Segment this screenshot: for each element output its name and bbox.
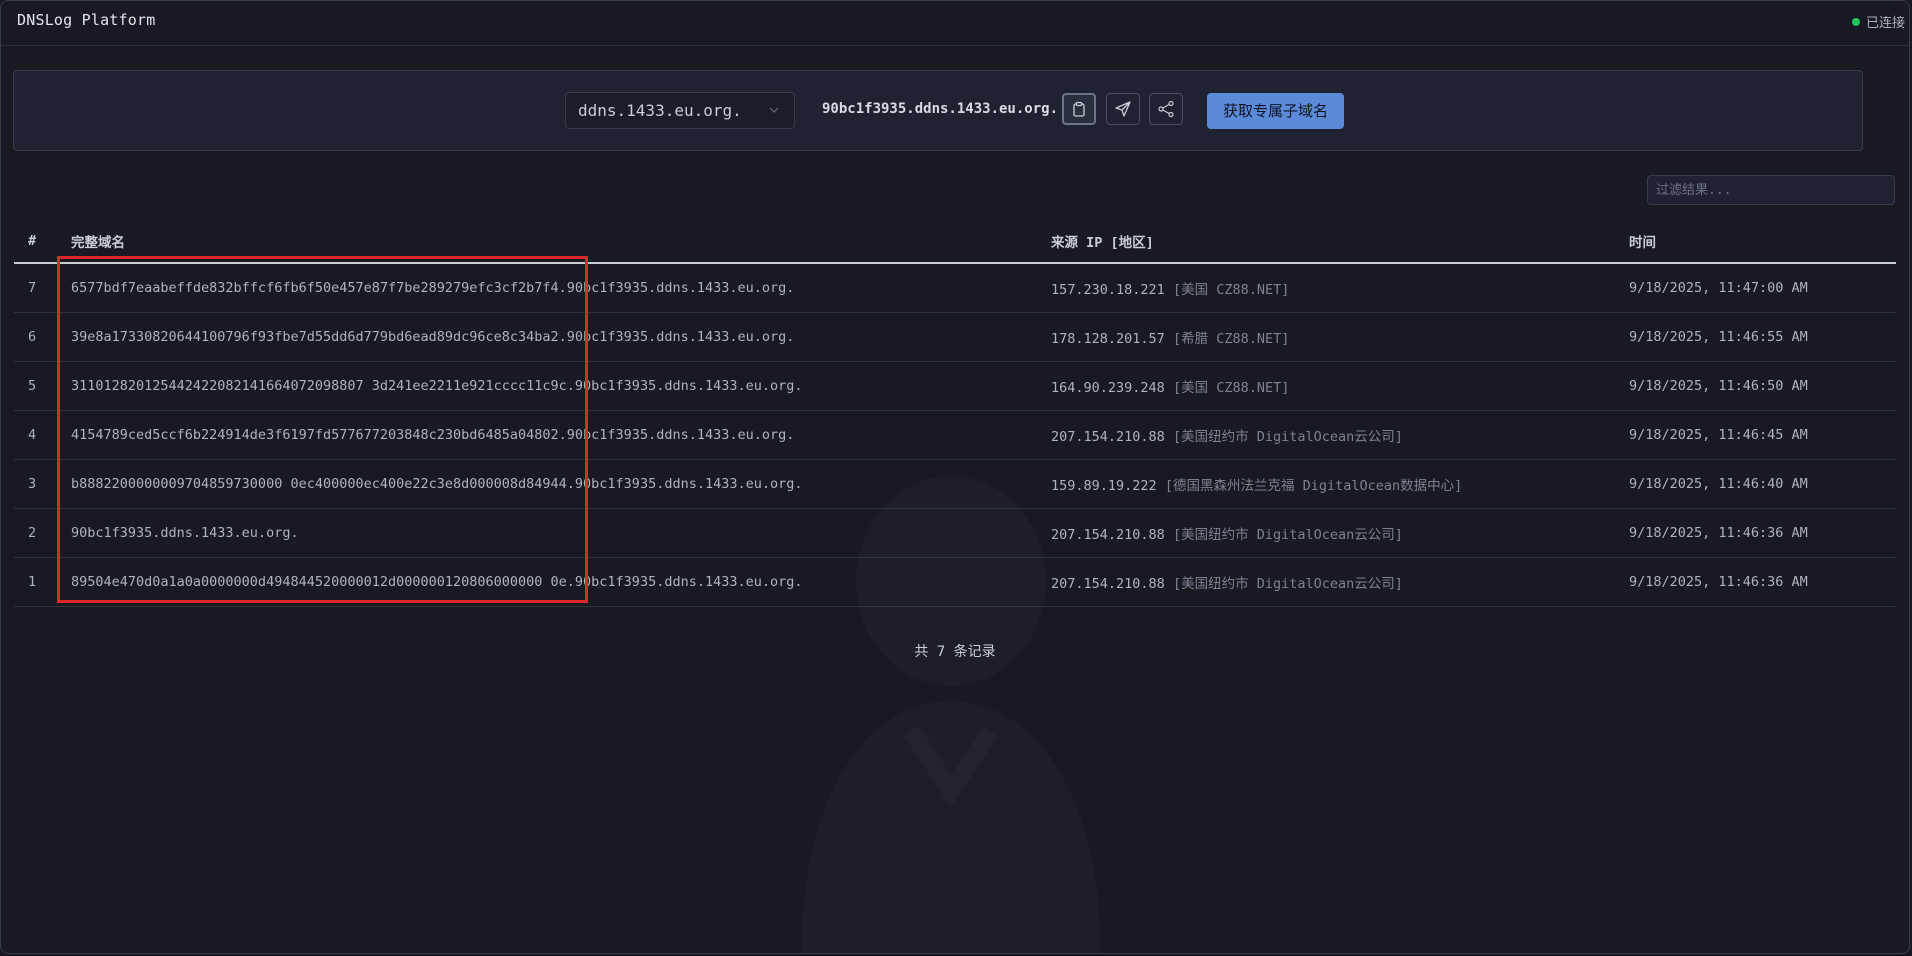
row-time: 9/18/2025, 11:46:36 AM <box>1629 557 1896 607</box>
row-ip: 157.230.18.221 <box>1051 282 1165 298</box>
copy-button[interactable] <box>1062 93 1096 125</box>
row-ip-cell: 207.154.210.88 [美国纽约市 DigitalOcean云公司] <box>1051 410 1629 460</box>
row-region: [美国 CZ88.NET] <box>1172 380 1290 396</box>
header-index: # <box>14 220 57 264</box>
row-ip-cell: 157.230.18.221 [美国 CZ88.NET] <box>1051 263 1629 313</box>
row-time: 9/18/2025, 11:46:55 AM <box>1629 312 1896 362</box>
row-region: [希腊 CZ88.NET] <box>1172 331 1290 347</box>
header-domain: 完整域名 <box>57 220 1051 264</box>
row-ip: 207.154.210.88 <box>1051 527 1165 543</box>
app-window: DNSLog Platform 已连接 ddns.1433.eu.org. 90… <box>0 0 1910 954</box>
row-index: 4 <box>14 410 57 460</box>
connection-status-label: 已连接 <box>1865 16 1905 31</box>
row-ip-cell: 159.89.19.222 [德国黑森州法兰克福 DigitalOcean数据中… <box>1051 459 1629 509</box>
row-region: [德国黑森州法兰克福 DigitalOcean数据中心] <box>1164 478 1463 494</box>
row-ip-cell: 164.90.239.248 [美国 CZ88.NET] <box>1051 361 1629 411</box>
table-row[interactable]: 1 89504e470d0a1a0a0000000d49484452000001… <box>14 557 1896 607</box>
table-row[interactable]: 2 90bc1f3935.ddns.1433.eu.org. 207.154.2… <box>14 508 1896 558</box>
row-domain: 6577bdf7eaabeffde832bffcf6fb6f50e457e87f… <box>57 263 1051 313</box>
row-ip: 164.90.239.248 <box>1051 380 1165 396</box>
row-ip-cell: 207.154.210.88 [美国纽约市 DigitalOcean云公司] <box>1051 557 1629 607</box>
table-row[interactable]: 4 4154789ced5ccf6b224914de3f6197fd577677… <box>14 410 1896 460</box>
status-dot-icon <box>1851 17 1860 26</box>
chevron-down-icon <box>769 107 779 113</box>
row-domain: 89504e470d0a1a0a0000000d494844520000012d… <box>57 557 1051 607</box>
domain-select-value: ddns.1433.eu.org. <box>578 101 742 120</box>
send-button[interactable] <box>1106 93 1140 125</box>
row-domain: 311012820125442422082141664072098807 3d2… <box>57 361 1051 411</box>
table-row[interactable]: 7 6577bdf7eaabeffde832bffcf6fb6f50e457e8… <box>14 263 1896 313</box>
row-domain: 90bc1f3935.ddns.1433.eu.org. <box>57 508 1051 558</box>
row-index: 6 <box>14 312 57 362</box>
share-button[interactable] <box>1149 93 1183 125</box>
row-domain: 4154789ced5ccf6b224914de3f6197fd57767720… <box>57 410 1051 460</box>
domain-select[interactable]: ddns.1433.eu.org. <box>565 92 795 129</box>
row-time: 9/18/2025, 11:47:00 AM <box>1629 263 1896 313</box>
row-ip: 178.128.201.57 <box>1051 331 1165 347</box>
subdomain-text: 90bc1f3935.ddns.1433.eu.org. <box>822 101 1059 117</box>
connection-status: 已连接 <box>1851 12 1905 31</box>
row-ip: 159.89.19.222 <box>1051 478 1157 494</box>
row-index: 3 <box>14 459 57 509</box>
row-index: 2 <box>14 508 57 558</box>
share-icon <box>1158 100 1174 118</box>
row-time: 9/18/2025, 11:46:45 AM <box>1629 410 1896 460</box>
row-ip-cell: 207.154.210.88 [美国纽约市 DigitalOcean云公司] <box>1051 508 1629 558</box>
table-row[interactable]: 6 39e8a17330820644100796f93fbe7d55dd6d77… <box>14 312 1896 362</box>
table-row[interactable]: 5 311012820125442422082141664072098807 3… <box>14 361 1896 411</box>
domain-panel: ddns.1433.eu.org. 90bc1f3935.ddns.1433.e… <box>13 70 1863 151</box>
filter-input[interactable] <box>1647 175 1895 205</box>
row-index: 7 <box>14 263 57 313</box>
table-row[interactable]: 3 b8882200000009704859730000 0ec400000ec… <box>14 459 1896 509</box>
row-domain: 39e8a17330820644100796f93fbe7d55dd6d779b… <box>57 312 1051 362</box>
app-title: DNSLog Platform <box>17 11 156 29</box>
row-domain: b8882200000009704859730000 0ec400000ec40… <box>57 459 1051 509</box>
row-region: [美国纽约市 DigitalOcean云公司] <box>1172 429 1403 445</box>
row-index: 1 <box>14 557 57 607</box>
table-header-row: # 完整域名 来源 IP [地区] 时间 <box>14 220 1896 264</box>
row-ip: 207.154.210.88 <box>1051 429 1165 445</box>
row-region: [美国 CZ88.NET] <box>1172 282 1290 298</box>
get-subdomain-button[interactable]: 获取专属子域名 <box>1207 93 1344 129</box>
results-table: # 完整域名 来源 IP [地区] 时间 7 6577bdf7eaabeffde… <box>14 220 1896 607</box>
row-region: [美国纽约市 DigitalOcean云公司] <box>1172 527 1403 543</box>
send-icon <box>1115 101 1131 117</box>
row-ip-cell: 178.128.201.57 [希腊 CZ88.NET] <box>1051 312 1629 362</box>
row-time: 9/18/2025, 11:46:50 AM <box>1629 361 1896 411</box>
header-ip: 来源 IP [地区] <box>1051 220 1629 264</box>
record-count: 共 7 条记录 <box>914 644 996 660</box>
clipboard-icon <box>1073 101 1085 117</box>
row-index: 5 <box>14 361 57 411</box>
row-ip: 207.154.210.88 <box>1051 576 1165 592</box>
header-time: 时间 <box>1629 220 1896 264</box>
row-region: [美国纽约市 DigitalOcean云公司] <box>1172 576 1403 592</box>
row-time: 9/18/2025, 11:46:36 AM <box>1629 508 1896 558</box>
top-bar: DNSLog Platform 已连接 <box>1 1 1909 46</box>
row-time: 9/18/2025, 11:46:40 AM <box>1629 459 1896 509</box>
